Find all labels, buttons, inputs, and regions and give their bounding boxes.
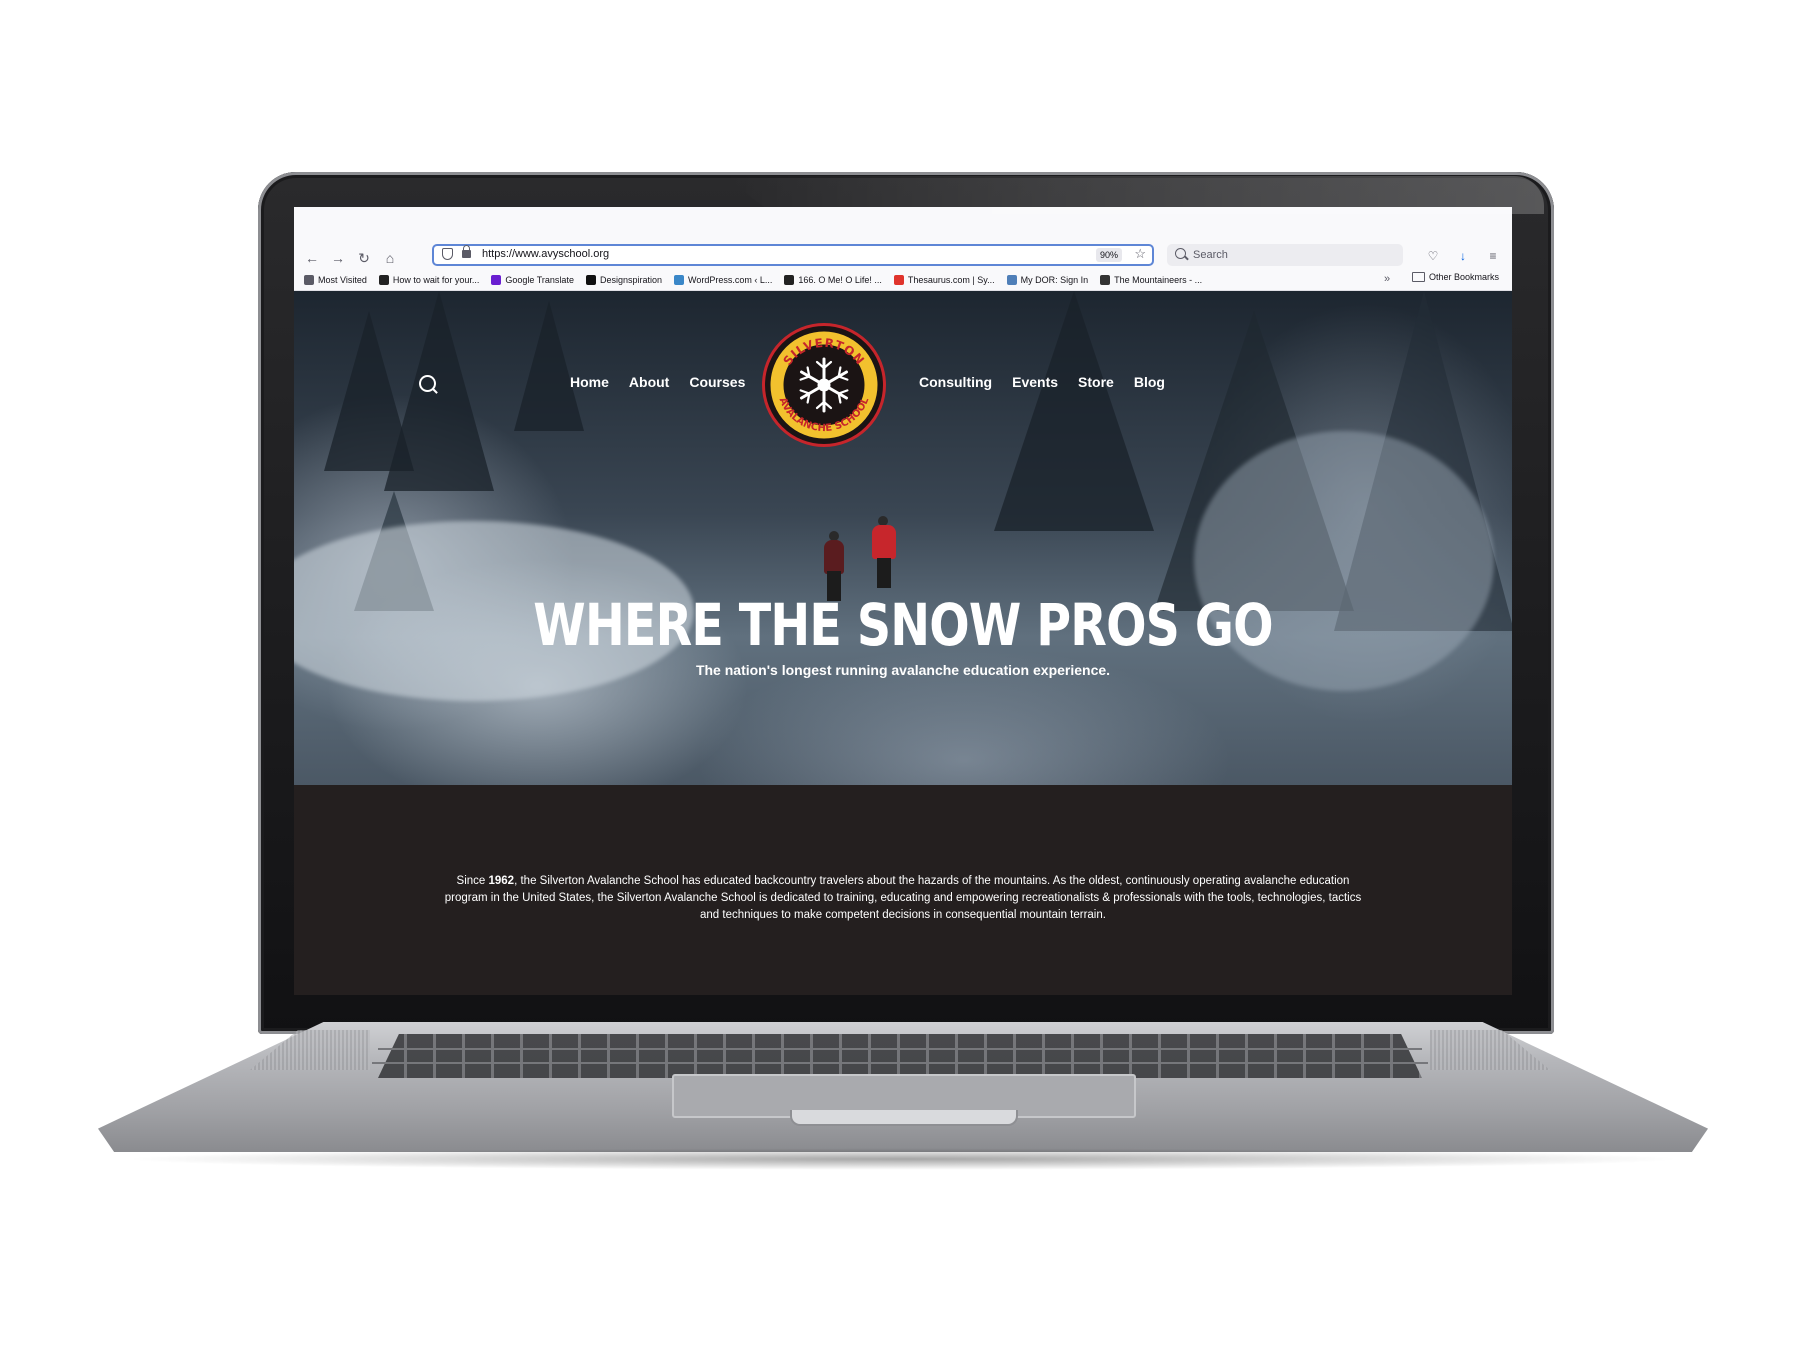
- about-paragraph: Since 1962, the Silverton Avalanche Scho…: [436, 873, 1370, 924]
- bookmark-item[interactable]: Thesaurus.com | Sy...: [893, 274, 995, 285]
- reload-icon[interactable]: ↻: [356, 250, 372, 266]
- tree-silhouette: [384, 291, 494, 491]
- tree-silhouette: [994, 291, 1154, 531]
- other-bookmarks[interactable]: Other Bookmarks: [1412, 272, 1499, 282]
- primary-nav-right: Consulting Events Store Blog: [919, 374, 1165, 390]
- bookmark-item[interactable]: WordPress.com ‹ L...: [674, 274, 773, 285]
- favicon-icon: [585, 274, 596, 285]
- favicon-icon: [1100, 274, 1111, 285]
- about-year: 1962: [488, 875, 515, 887]
- bookmark-item[interactable]: The Mountaineers - ...: [1100, 274, 1203, 285]
- search-icon: [1175, 248, 1186, 259]
- lid-notch: [790, 1110, 1018, 1126]
- about-prefix: Since: [456, 875, 489, 887]
- back-arrow-icon[interactable]: ←: [304, 250, 320, 266]
- laptop-shadow: [120, 1148, 1686, 1170]
- about-text: , the Silverton Avalanche School has edu…: [444, 875, 1362, 921]
- bookmarks-bar: Most Visited How to wait for your... Googl…: [294, 269, 1512, 291]
- nav-courses[interactable]: Courses: [689, 374, 745, 390]
- site-search-icon[interactable]: [419, 375, 436, 392]
- tree-silhouette: [514, 301, 584, 431]
- keyboard-row-divider: [372, 1062, 1428, 1064]
- search-placeholder: Search: [1193, 249, 1228, 261]
- favicon-icon: [784, 274, 795, 285]
- bookmark-label: Google Translate: [505, 274, 574, 285]
- bookmark-label: 166. O Me! O Life! ...: [798, 274, 882, 285]
- favicon-icon: [378, 274, 389, 285]
- forward-arrow-icon[interactable]: →: [330, 250, 346, 266]
- hero-headline: WHERE THE SNOW PROS GO: [533, 591, 1273, 659]
- bookmark-label: Thesaurus.com | Sy...: [907, 274, 995, 285]
- nav-about[interactable]: About: [629, 374, 669, 390]
- chevron-double-right-icon[interactable]: »: [1384, 273, 1390, 285]
- favicon-icon: [674, 274, 684, 285]
- silverton-avalanche-school-logo[interactable]: SILVERTON AVALANCHE SCHOOL: [762, 323, 886, 447]
- nav-store[interactable]: Store: [1078, 374, 1114, 390]
- zoom-level-badge[interactable]: 90%: [1095, 248, 1122, 262]
- laptop-screen: ← → ↻ ⌂ https://www.avyschool.org 90% ☆ …: [294, 207, 1512, 995]
- keyboard-row-divider: [378, 1048, 1422, 1050]
- lock-icon[interactable]: [462, 245, 471, 258]
- nav-consulting[interactable]: Consulting: [919, 374, 992, 390]
- bookmark-item[interactable]: My DOR: Sign In: [1006, 274, 1089, 285]
- folder-icon: [1412, 272, 1425, 282]
- bookmark-item[interactable]: Most Visited: [304, 274, 367, 285]
- bookmark-label: How to wait for your...: [392, 274, 480, 285]
- toolbar-right-icons: ♡ ↓ ≡: [1426, 249, 1500, 263]
- hero-section: Home About Courses Consulting Events Sto…: [294, 291, 1512, 785]
- nav-blog[interactable]: Blog: [1134, 374, 1165, 390]
- primary-nav-left: Home About Courses: [570, 374, 745, 390]
- hero-subheadline: The nation's longest running avalanche e…: [695, 662, 1111, 678]
- favicon-icon: [304, 274, 314, 285]
- favicon-icon: [491, 274, 502, 285]
- favicon-icon: [893, 274, 904, 285]
- about-section: Since 1962, the Silverton Avalanche Scho…: [294, 785, 1512, 995]
- bookmark-label: WordPress.com ‹ L...: [688, 274, 773, 285]
- nav-events[interactable]: Events: [1012, 374, 1058, 390]
- pocket-icon[interactable]: ♡: [1426, 249, 1440, 263]
- other-bookmarks-label: Other Bookmarks: [1429, 272, 1500, 282]
- browser-search-input[interactable]: Search: [1167, 244, 1403, 266]
- download-icon[interactable]: ↓: [1456, 249, 1470, 263]
- bookmark-star-icon[interactable]: ☆: [1134, 246, 1146, 262]
- snowflake-icon: [799, 357, 849, 413]
- bookmark-item[interactable]: 166. O Me! O Life! ...: [784, 274, 882, 285]
- nav-home[interactable]: Home: [570, 374, 609, 390]
- bookmark-label: Designspiration: [599, 274, 662, 285]
- screen-glare: [724, 176, 1544, 214]
- url-text[interactable]: https://www.avyschool.org: [482, 248, 609, 260]
- home-icon[interactable]: ⌂: [382, 250, 398, 266]
- bookmark-item[interactable]: How to wait for your...: [378, 274, 480, 285]
- bookmark-label: The Mountaineers - ...: [1114, 274, 1203, 285]
- bookmark-label: My DOR: Sign In: [1020, 274, 1089, 285]
- address-bar[interactable]: https://www.avyschool.org 90% ☆: [432, 244, 1154, 266]
- menu-icon[interactable]: ≡: [1486, 249, 1500, 263]
- keyboard: [378, 1034, 1422, 1078]
- bookmark-item[interactable]: Designspiration: [585, 274, 662, 285]
- bookmark-label: Most Visited: [318, 274, 367, 285]
- favicon-icon: [1006, 274, 1017, 285]
- shield-icon[interactable]: [442, 248, 453, 260]
- bookmark-item[interactable]: Google Translate: [491, 274, 574, 285]
